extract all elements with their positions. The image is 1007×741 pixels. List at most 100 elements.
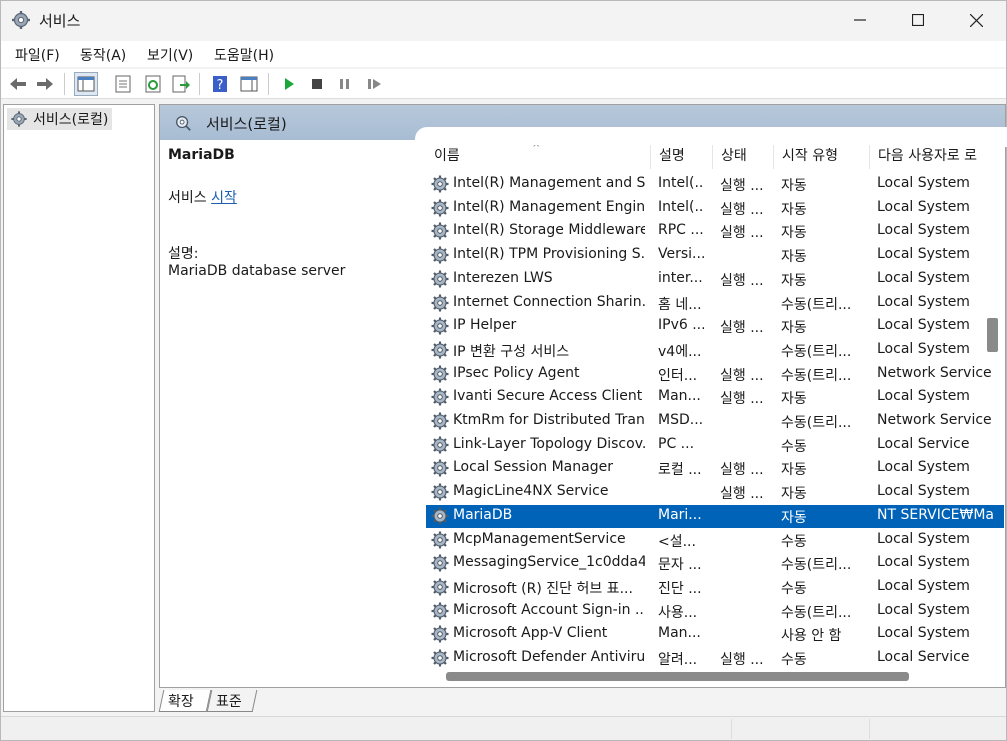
menu-help[interactable]: 도움말(H) [214,45,274,65]
pause-service-button[interactable] [333,72,357,96]
table-row[interactable]: IPsec Policy Agent 인터... 실행 ... 수동(트리... Net… [426,363,1004,387]
help-button[interactable]: ? [208,72,232,96]
pause-icon [340,79,349,89]
export-list-button[interactable] [169,72,193,96]
cell-startup-type: 수동(트리... [781,367,852,384]
table-row[interactable]: IP Helper IPv6 ... 실행 ... 자동 Local System [426,315,1004,339]
cell-description: 진단 ... [658,580,702,597]
cell-logon-as: Local System [877,601,970,618]
toolbar-separator [64,73,65,95]
refresh-button[interactable] [141,72,165,96]
service-gear-icon [431,317,449,335]
console-tree-pane: 서비스(로컬) [3,104,155,712]
service-gear-icon [431,554,449,572]
cell-logon-as: Local System [877,317,970,334]
cell-status: 실행 ... [720,178,764,194]
close-icon [969,13,983,27]
cell-logon-as: Local Service [877,435,970,452]
maximize-button[interactable] [889,1,947,39]
menu-action[interactable]: 동작(A) [80,45,126,65]
tab-standard[interactable]: 표준 [206,690,258,712]
cell-startup-type: 수동(트리... [781,415,852,431]
cell-name: Ivanti Secure Access Client ... [453,388,645,405]
column-header-status[interactable]: 상태 [712,145,773,169]
cell-description: 알려... [658,652,698,668]
cell-logon-as: Local System [877,269,970,286]
cell-status: 실행 ... [720,201,764,218]
cell-name: Local Session Manager [453,459,613,476]
menu-bar: 파일(F) 동작(A) 보기(V) 도움말(H) [1,41,1006,67]
tab-extended-label: 확장 [168,693,194,710]
cell-description: Intel(... [658,175,704,191]
start-service-button[interactable] [277,72,301,96]
cell-startup-type: 수동(트리... [781,343,852,360]
restart-service-button[interactable] [363,72,387,96]
forward-button[interactable] [33,72,57,96]
cell-logon-as: Local System [877,625,970,642]
results-header-title: 서비스(로컬) [206,115,287,133]
tab-extended[interactable]: 확장 [158,690,212,712]
table-row[interactable]: MagicLine4NX Service 실행 ... 자동 Local System [426,481,1004,505]
column-header-logon-as[interactable]: 다음 사용자로 로 [869,145,1004,169]
table-row[interactable]: Intel(R) Management and S... Intel(... 실행 … [426,173,1004,197]
table-row[interactable]: Ivanti Secure Access Client ... Man... 실행 … [426,386,1004,410]
cell-status: 실행 ... [720,272,764,289]
cell-logon-as: Network Service [877,364,992,381]
table-row[interactable]: Intel(R) TPM Provisioning S... Versi... 자동… [426,244,1004,268]
table-row[interactable]: Intel(R) Management Engin... Intel(... 실행 … [426,197,1004,221]
column-header-description[interactable]: 설명 [650,145,712,169]
service-gear-icon [431,625,449,643]
horizontal-scroll-thumb[interactable] [446,672,909,681]
start-service-link[interactable]: 시작 [211,190,237,206]
toolbar-separator [268,73,269,95]
cell-startup-type: 수동 [781,438,807,455]
cell-description: IPv6 ... [658,317,704,334]
cell-description: Mari... [658,506,702,523]
cell-name: MagicLine4NX Service [453,483,609,500]
back-button[interactable] [6,72,30,96]
service-gear-icon [431,507,449,525]
table-row[interactable]: Internet Connection Sharin... 홈 네... 수동(트리… [426,292,1004,316]
svg-text:?: ? [217,78,224,93]
menu-file[interactable]: 파일(F) [15,45,60,65]
table-row[interactable]: KtmRm for Distributed Tran... MSD... 수동(트리… [426,410,1004,434]
table-row[interactable]: Local Session Manager 로컬 ... 실행 ... 자동 Local… [426,457,1004,481]
minimize-button[interactable] [831,1,889,39]
show-hide-console-tree-button[interactable] [74,72,98,96]
table-row[interactable]: McpManagementService <설... 수동 Local System [426,529,1004,553]
table-row[interactable]: Microsoft Account Sign-in ... 사용... 수동(트리.… [426,600,1004,624]
table-row[interactable]: Microsoft (R) 진단 허브 표... 진단 ... 수동 Local Sy… [426,576,1004,600]
services-gear-icon [11,111,27,127]
close-button[interactable] [947,1,1005,39]
table-row[interactable]: Interezen LWS inter... 실행 ... 자동 Local Syste… [426,268,1004,292]
service-gear-icon [431,531,449,548]
table-row[interactable]: Microsoft Defender Antiviru... 알려... 실행 ..… [426,647,1004,671]
column-description-label: 설명 [659,148,685,164]
vertical-scroll-thumb[interactable] [987,318,998,352]
table-row[interactable]: Intel(R) Storage Middleware... RPC ... 실행 … [426,220,1004,244]
table-row[interactable]: IP 변환 구성 서비스 v4에... 수동(트리... Local System [426,339,1004,363]
service-gear-icon [431,649,449,667]
action-pane-button[interactable] [237,72,261,96]
service-gear-icon [431,388,449,406]
table-row[interactable]: Link-Layer Topology Discov... PC ... 수동 Loc… [426,434,1004,458]
cell-logon-as: Local System [877,340,970,357]
cell-name: Microsoft (R) 진단 허브 표... [453,580,633,597]
table-row[interactable]: MariaDB Mari... 자동 NT SERVICE₩Ma [426,504,1004,529]
stop-service-button[interactable] [305,72,329,96]
column-header-startup-type[interactable]: 시작 유형 [773,145,869,169]
forward-arrow-icon [37,78,53,90]
cell-startup-type: 수동(트리... [781,296,852,313]
cell-description: Man... [658,388,701,405]
properties-button[interactable] [111,72,135,96]
cell-logon-as: Local System [877,246,970,263]
cell-status: 실행 ... [720,367,764,384]
tree-item-services-local[interactable]: 서비스(로컬) [7,108,113,130]
console-tree-icon [77,76,95,92]
table-row[interactable]: MessagingService_1c0dda48 문자 ... 수동(트리... L… [426,552,1004,576]
column-header-name[interactable]: 이름 ^ [426,145,650,169]
menu-view[interactable]: 보기(V) [147,45,193,65]
maximize-icon [912,14,924,26]
table-row[interactable]: Microsoft App-V Client Man... 사용 안 함 Local … [426,623,1004,647]
column-status-label: 상태 [721,148,747,164]
